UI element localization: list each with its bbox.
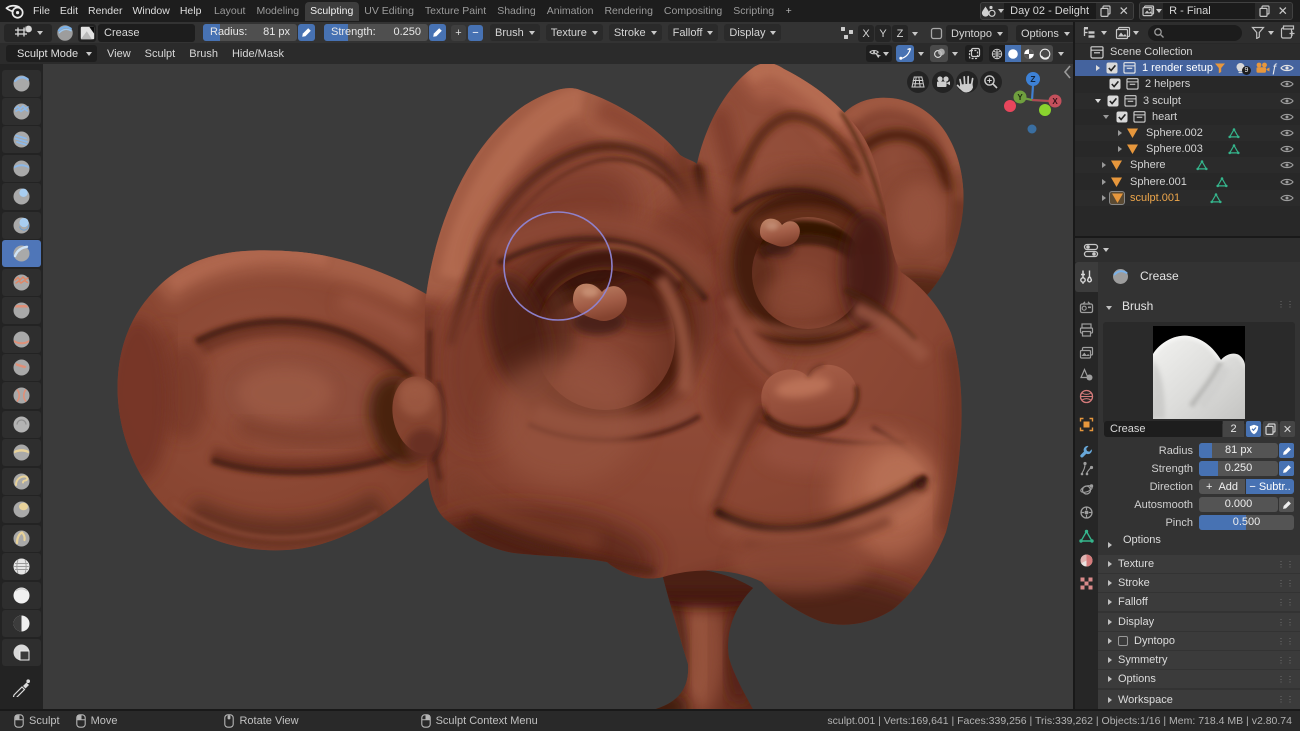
svg-text:Y: Y xyxy=(1017,93,1023,102)
svg-text:Z: Z xyxy=(1030,74,1035,84)
svg-text:X: X xyxy=(1052,97,1058,106)
